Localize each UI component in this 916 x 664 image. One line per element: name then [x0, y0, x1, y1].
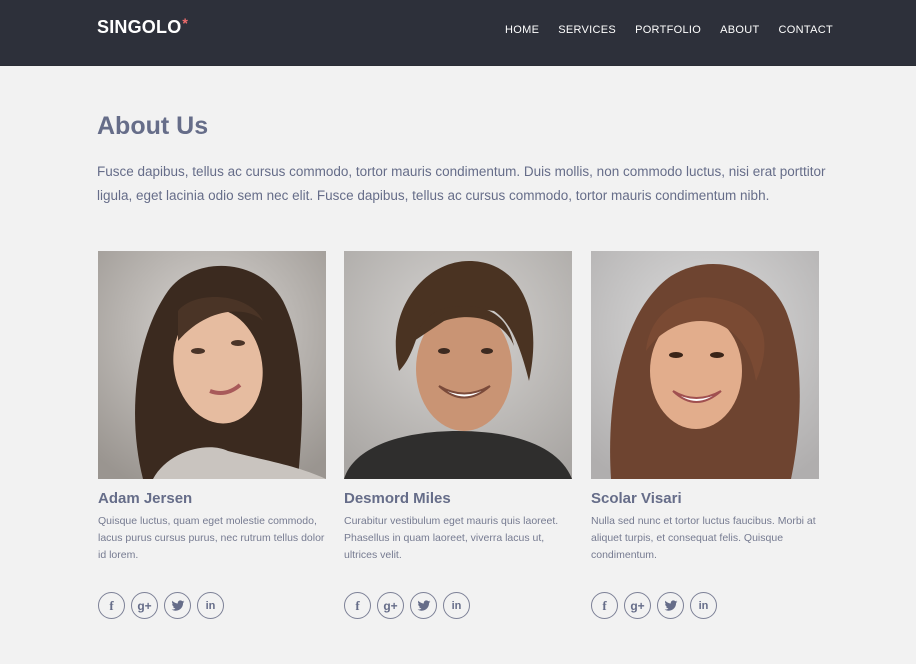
- section-title: About Us: [97, 112, 209, 140]
- twitter-icon[interactable]: [657, 592, 684, 619]
- nav-portfolio[interactable]: PORTFOLIO: [635, 24, 701, 36]
- member-name: Desmord Miles: [344, 490, 451, 507]
- nav-about[interactable]: ABOUT: [720, 24, 759, 36]
- twitter-bird-glyph: [664, 599, 677, 611]
- twitter-icon[interactable]: [410, 592, 437, 619]
- facebook-icon[interactable]: f: [591, 592, 618, 619]
- member-name: Scolar Visari: [591, 490, 682, 507]
- facebook-icon[interactable]: f: [344, 592, 371, 619]
- social-links: f g+ in: [98, 592, 224, 619]
- member-bio: Quisque luctus, quam eget molestie commo…: [98, 515, 325, 561]
- twitter-icon[interactable]: [164, 592, 191, 619]
- nav-home[interactable]: HOME: [505, 24, 539, 36]
- linkedin-icon[interactable]: in: [197, 592, 224, 619]
- googleplus-icon[interactable]: g+: [624, 592, 651, 619]
- section-intro: Fusce dapibus, tellus ac cursus commodo,…: [97, 164, 826, 203]
- site-header: SINGOLO* HOME SERVICES PORTFOLIO ABOUT C…: [0, 0, 916, 66]
- twitter-bird-glyph: [417, 599, 430, 611]
- logo[interactable]: SINGOLO*: [97, 15, 189, 38]
- social-links: f g+ in: [591, 592, 717, 619]
- member-bio: Nulla sed nunc et tortor luctus faucibus…: [591, 515, 816, 561]
- logo-text: SINGOLO: [97, 17, 182, 37]
- social-links: f g+ in: [344, 592, 470, 619]
- googleplus-icon[interactable]: g+: [131, 592, 158, 619]
- linkedin-icon[interactable]: in: [443, 592, 470, 619]
- googleplus-icon[interactable]: g+: [377, 592, 404, 619]
- team-photo: [591, 251, 819, 479]
- team-member-card: Desmord Miles Curabitur vestibulum eget …: [344, 251, 572, 619]
- linkedin-icon[interactable]: in: [690, 592, 717, 619]
- logo-star: *: [182, 15, 189, 31]
- nav-contact[interactable]: CONTACT: [779, 24, 833, 36]
- facebook-icon[interactable]: f: [98, 592, 125, 619]
- member-name: Adam Jersen: [98, 490, 193, 507]
- main-nav: HOME SERVICES PORTFOLIO ABOUT CONTACT: [505, 24, 833, 36]
- member-bio: Curabitur vestibulum eget mauris quis la…: [344, 515, 559, 561]
- nav-services[interactable]: SERVICES: [558, 24, 616, 36]
- team-member-card: Adam Jersen Quisque luctus, quam eget mo…: [98, 251, 326, 619]
- twitter-bird-glyph: [171, 599, 184, 611]
- team-photo: [344, 251, 572, 479]
- team-photo: [98, 251, 326, 479]
- team-member-card: Scolar Visari Nulla sed nunc et tortor l…: [591, 251, 819, 619]
